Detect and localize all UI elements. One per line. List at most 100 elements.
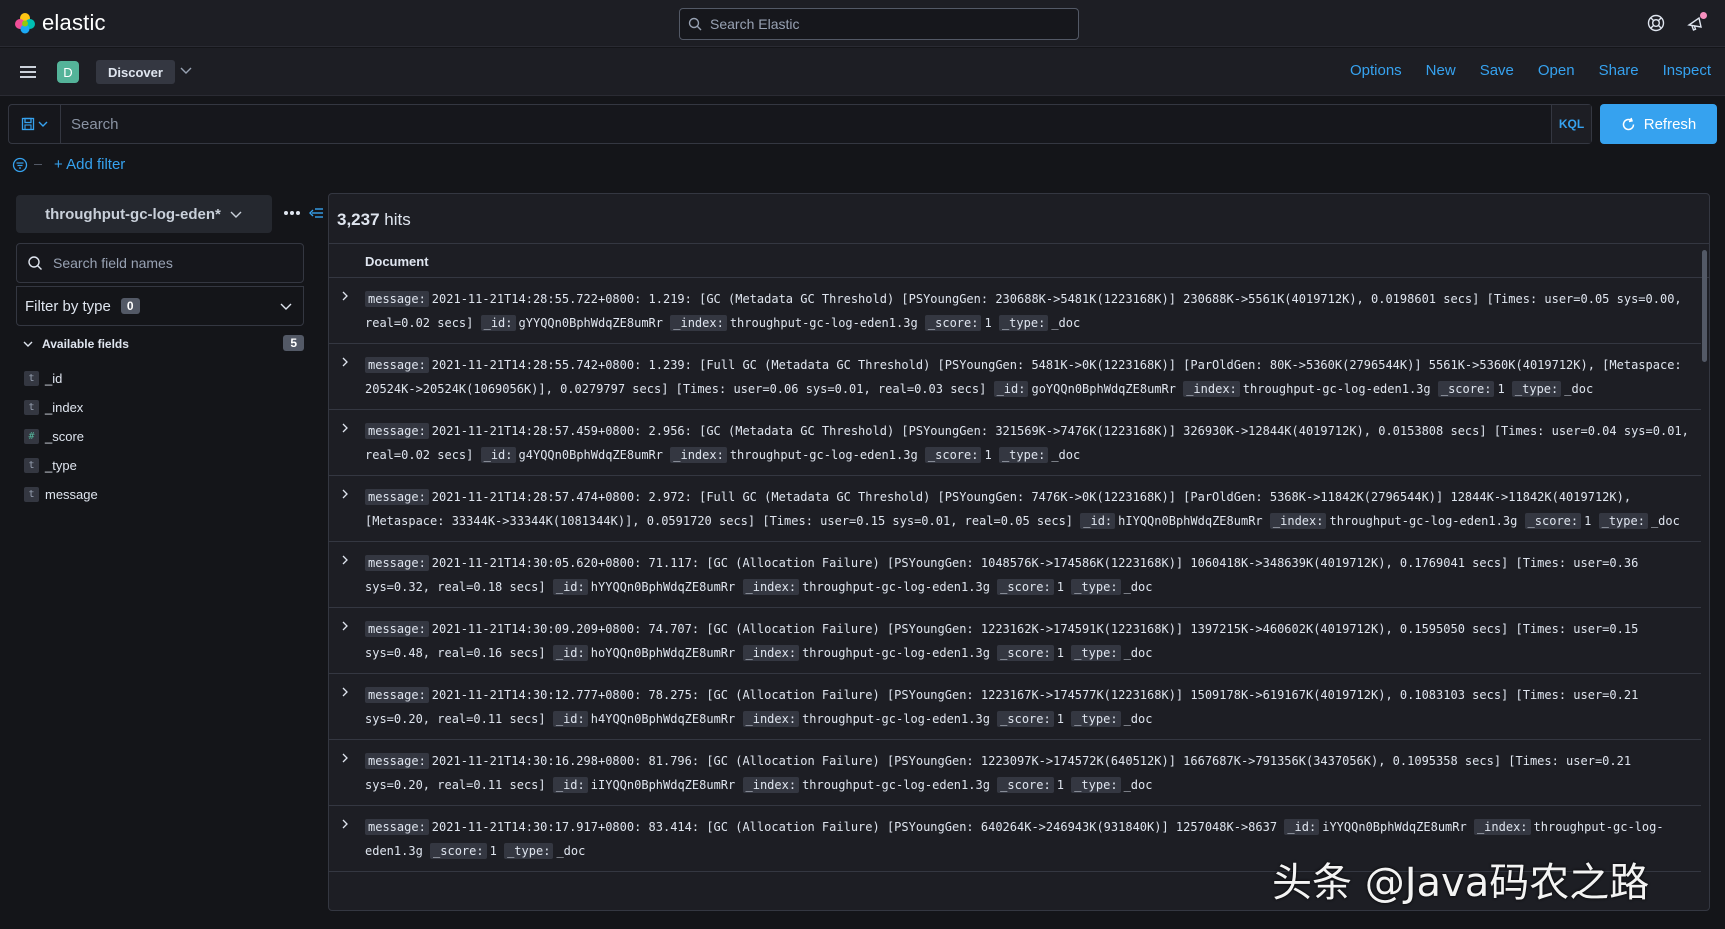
- available-fields-toggle[interactable]: Available fields 5: [22, 334, 304, 354]
- index-actions-button[interactable]: [283, 205, 301, 221]
- global-header: elastic: [0, 0, 1725, 47]
- hamburger-menu-icon: [20, 66, 36, 78]
- field-key-id: _id:: [993, 381, 1029, 397]
- field-item-index[interactable]: t _index: [24, 393, 98, 422]
- breadcrumb-discover[interactable]: Discover: [96, 60, 175, 84]
- expand-row-button[interactable]: [339, 554, 351, 566]
- filter-by-type-button[interactable]: Filter by type 0: [16, 286, 304, 326]
- expand-row-button[interactable]: [339, 818, 351, 830]
- table-row: message: 2021-11-21T14:28:55.722+0800: 1.…: [329, 278, 1701, 344]
- chevron-right-icon: [342, 357, 348, 367]
- field-item-id[interactable]: t _id: [24, 364, 98, 393]
- field-value-index: throughput-gc-log-eden1.3g: [802, 646, 990, 660]
- expand-row-button[interactable]: [339, 620, 351, 632]
- field-key-index: _index:: [1473, 819, 1531, 835]
- query-bar: KQL: [8, 104, 1592, 144]
- field-key-message: message:: [365, 555, 429, 571]
- menu-button[interactable]: [18, 62, 38, 82]
- add-filter-button[interactable]: + Add filter: [54, 156, 125, 173]
- field-value-score: 1: [984, 448, 992, 462]
- column-header-document[interactable]: Document: [365, 254, 429, 269]
- saved-query-button[interactable]: [9, 105, 61, 143]
- field-search[interactable]: [16, 243, 304, 283]
- scrollbar[interactable]: [1702, 250, 1707, 362]
- field-key-index: _index:: [1183, 381, 1240, 397]
- global-search[interactable]: [679, 8, 1079, 40]
- filter-by-type-label: Filter by type: [25, 297, 111, 315]
- help-button[interactable]: [1645, 12, 1667, 34]
- refresh-label: Refresh: [1643, 115, 1697, 133]
- field-key-type: _type:: [1071, 579, 1121, 595]
- query-language-toggle[interactable]: KQL: [1551, 105, 1591, 143]
- available-fields-label: Available fields: [42, 337, 129, 351]
- field-value-type: _doc: [1051, 448, 1081, 462]
- expand-row-button[interactable]: [339, 686, 351, 698]
- field-key-id: _id:: [552, 777, 588, 793]
- field-key-type: _type:: [1511, 381, 1562, 397]
- chevron-right-icon: [342, 489, 348, 499]
- index-pattern-name: throughput-gc-log-eden*: [45, 205, 221, 223]
- table-row: message: 2021-11-21T14:30:16.298+0800: 81…: [329, 740, 1701, 806]
- open-link[interactable]: Open: [1538, 62, 1575, 79]
- expand-row-button[interactable]: [339, 422, 351, 434]
- field-key-message: message:: [365, 753, 429, 769]
- expand-row-button[interactable]: [339, 488, 351, 500]
- field-item-message[interactable]: t message: [24, 480, 98, 509]
- field-key-score: _score:: [997, 711, 1054, 727]
- expand-row-button[interactable]: [339, 752, 351, 764]
- filter-separator: [34, 164, 42, 165]
- field-item-score[interactable]: # _score: [24, 422, 98, 451]
- space-avatar[interactable]: D: [57, 61, 79, 83]
- brand-name: elastic: [42, 10, 106, 35]
- collapse-sidebar-button[interactable]: [307, 204, 325, 222]
- field-value-type: _doc: [556, 844, 586, 858]
- field-value-type: _doc: [1123, 646, 1153, 660]
- field-value-id: h4YQQn0BphWdqZE8umRr: [590, 712, 736, 726]
- menu-left-icon: [309, 208, 323, 218]
- field-value-index: throughput-gc-log-eden1.3g: [802, 580, 990, 594]
- field-value-message: 2021-11-21T14:30:17.917+0800: 83.414: [G…: [431, 820, 1278, 834]
- field-key-id: _id:: [552, 711, 588, 727]
- field-item-type[interactable]: t _type: [24, 451, 98, 480]
- hits-label: hits: [384, 210, 411, 229]
- field-key-type: _type:: [1071, 645, 1121, 661]
- field-key-type: _type:: [1071, 711, 1121, 727]
- global-search-input[interactable]: [710, 16, 1070, 32]
- field-key-id: _id:: [480, 447, 516, 463]
- query-input[interactable]: [61, 115, 1551, 133]
- filter-options-icon[interactable]: [12, 157, 28, 173]
- field-value-id: hYYQQn0BphWdqZE8umRr: [590, 580, 736, 594]
- save-link[interactable]: Save: [1480, 62, 1514, 79]
- options-link[interactable]: Options: [1350, 62, 1402, 79]
- field-name: _index: [45, 400, 84, 415]
- refresh-button[interactable]: Refresh: [1600, 104, 1717, 144]
- chevron-down-icon: [180, 67, 192, 74]
- expand-row-button[interactable]: [339, 290, 351, 302]
- field-key-type: _type:: [998, 447, 1049, 463]
- field-value-id: iYYQQn0BphWdqZE8umRr: [1322, 820, 1467, 834]
- index-pattern-selector[interactable]: throughput-gc-log-eden*: [16, 195, 272, 233]
- chevron-down-icon: [280, 303, 292, 310]
- string-type-icon: t: [24, 400, 39, 415]
- field-key-id: _id:: [552, 579, 588, 595]
- field-value-type: _doc: [1650, 514, 1680, 528]
- save-disk-icon: [21, 117, 34, 131]
- inspect-link[interactable]: Inspect: [1663, 62, 1711, 79]
- field-key-message: message:: [365, 687, 429, 703]
- chevron-right-icon: [342, 819, 348, 829]
- new-link[interactable]: New: [1426, 62, 1456, 79]
- news-feed-button[interactable]: [1685, 12, 1707, 34]
- share-link[interactable]: Share: [1599, 62, 1639, 79]
- app-menu-toggle[interactable]: [178, 62, 194, 78]
- field-value-score: 1: [1584, 514, 1592, 528]
- elastic-logo[interactable]: elastic: [14, 10, 106, 36]
- notification-dot: [1700, 12, 1707, 19]
- app-header: D Discover Options New Save Open Share I…: [0, 48, 1725, 96]
- filter-count-badge: 0: [120, 298, 140, 314]
- expand-row-button[interactable]: [339, 356, 351, 368]
- field-value-index: throughput-gc-log-eden1.3g: [802, 778, 990, 792]
- document-source: message: 2021-11-21T14:30:12.777+0800: 78…: [365, 683, 1693, 731]
- field-search-input[interactable]: [53, 255, 293, 271]
- field-key-type: _type:: [504, 843, 554, 859]
- field-value-type: _doc: [1123, 778, 1153, 792]
